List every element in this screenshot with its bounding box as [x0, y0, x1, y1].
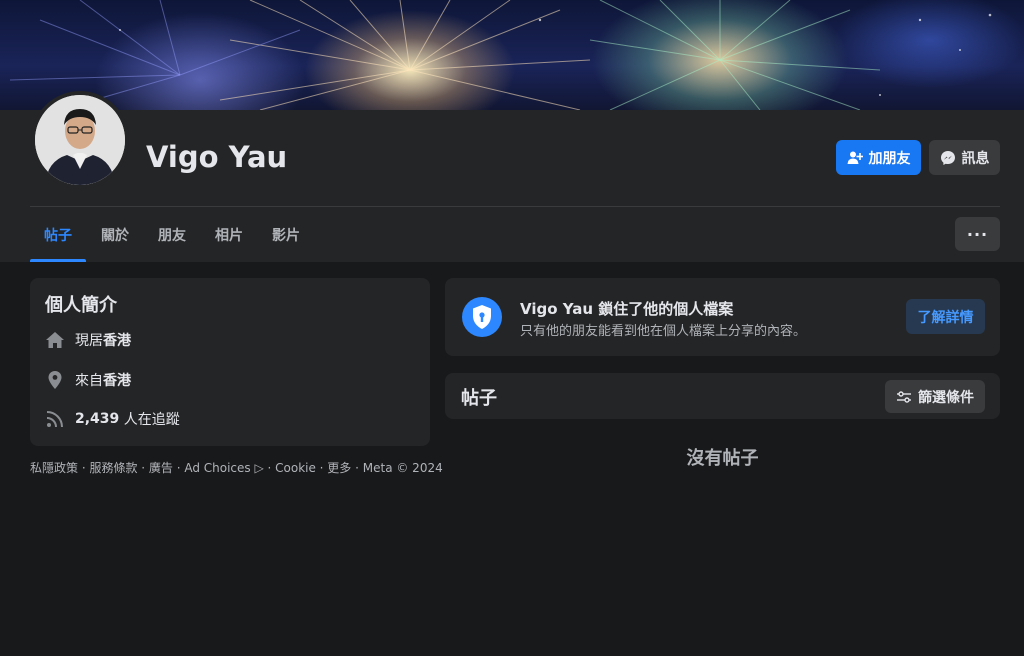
tab-about[interactable]: 關於 [87, 207, 143, 262]
lives-in-place[interactable]: 香港 [103, 330, 131, 350]
add-friend-label: 加朋友 [868, 150, 911, 167]
learn-more-button[interactable]: 了解詳情 [906, 299, 985, 334]
tab-posts[interactable]: 帖子 [30, 207, 86, 262]
avatar[interactable] [31, 91, 129, 189]
cover-photo[interactable] [0, 0, 1024, 110]
home-icon [44, 329, 66, 351]
intro-from: 來自 香港 [44, 368, 131, 392]
rss-follow-icon [44, 408, 66, 430]
tab-videos[interactable]: 影片 [258, 207, 314, 262]
intro-title: 個人簡介 [45, 295, 117, 316]
shield-lock-icon [462, 297, 502, 337]
locked-profile-card: Vigo Yau 鎖住了他的個人檔案 只有他的朋友能看到他在個人檔案上分享的內容… [445, 278, 1000, 356]
from-place[interactable]: 香港 [103, 370, 131, 390]
profile-name: Vigo Yau [146, 140, 288, 174]
avatar-photo [35, 95, 125, 185]
filter-label: 篩選條件 [918, 389, 974, 406]
footer-links[interactable]: 私隱政策 · 服務條款 · 廣告 · Ad Choices ▷ · Cookie… [30, 459, 443, 476]
posts-card: 帖子 篩選條件 [445, 373, 1000, 419]
intro-card: 個人簡介 現居 香港 來自 香港 2,439 人在追蹤 [30, 278, 430, 446]
message-button[interactable]: 訊息 [929, 140, 1000, 175]
fireworks-graphic [9, 0, 992, 110]
messenger-icon [940, 150, 956, 166]
profile-tabs: 帖子 關於 朋友 相片 影片 [30, 207, 315, 262]
no-posts-message: 沒有帖子 [686, 448, 759, 469]
message-label: 訊息 [961, 150, 990, 167]
add-friend-icon [847, 150, 863, 166]
followers-count: 2,439 [75, 411, 120, 427]
filter-sliders-icon [896, 389, 912, 405]
posts-title: 帖子 [461, 388, 497, 409]
locked-title: Vigo Yau 鎖住了他的個人檔案 [520, 300, 734, 318]
tab-friends[interactable]: 朋友 [144, 207, 200, 262]
intro-lives-in: 現居 香港 [44, 328, 131, 352]
filter-button[interactable]: 篩選條件 [885, 380, 985, 413]
intro-followers[interactable]: 2,439 人在追蹤 [44, 407, 180, 431]
followers-suffix: 人在追蹤 [119, 412, 180, 428]
locked-subtitle: 只有他的朋友能看到他在個人檔案上分享的內容。 [520, 324, 807, 339]
tab-photos[interactable]: 相片 [201, 207, 257, 262]
more-options-button[interactable]: ··· [955, 217, 1000, 251]
add-friend-button[interactable]: 加朋友 [836, 140, 921, 175]
location-pin-icon [44, 369, 66, 391]
